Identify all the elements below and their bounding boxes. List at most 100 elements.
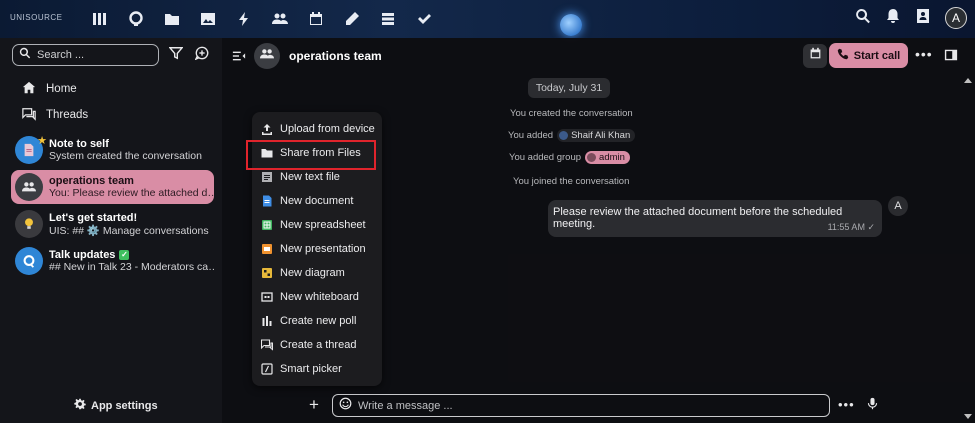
avatar	[559, 131, 569, 140]
menu-item-label: Share from Files	[280, 147, 361, 159]
phone-icon	[837, 48, 849, 63]
group-mention-chip[interactable]: admin	[585, 151, 630, 164]
menu-new-spreadsheet[interactable]: New spreadsheet	[252, 213, 382, 237]
files-icon[interactable]	[154, 8, 190, 30]
toggle-sidebar-button[interactable]	[944, 48, 958, 62]
conversation-operations-team[interactable]: operations team You: Please review the a…	[11, 170, 214, 204]
menu-item-label: New whiteboard	[280, 291, 359, 303]
unified-search-icon[interactable]	[855, 8, 871, 29]
menu-create-a-thread[interactable]: Create a thread	[252, 333, 382, 357]
menu-new-text-file[interactable]: New text file	[252, 165, 382, 189]
menu-item-label: New text file	[280, 171, 340, 183]
sidebar-panel-icon	[944, 49, 958, 66]
emoji-icon[interactable]	[339, 397, 352, 415]
presentation-icon	[261, 243, 273, 255]
menu-item-label: Create new poll	[280, 315, 357, 327]
menu-create-new-poll[interactable]: Create new poll	[252, 309, 382, 333]
menu-item-label: New diagram	[280, 267, 345, 279]
photos-icon[interactable]	[190, 8, 226, 30]
system-message: You created the conversation	[510, 108, 633, 119]
message-input[interactable]	[358, 399, 798, 412]
date-separator: Today, July 31	[528, 78, 610, 98]
menu-new-whiteboard[interactable]: New whiteboard	[252, 285, 382, 309]
scroll-up-arrow-icon[interactable]	[964, 78, 972, 83]
schedule-meeting-button[interactable]	[803, 44, 827, 68]
conversation-sidebar: Home Threads ★ Note to self System creat…	[0, 38, 222, 423]
favorite-star-icon: ★	[37, 135, 47, 147]
message-composer: + •••	[306, 393, 886, 419]
menu-upload-from-device[interactable]: Upload from device	[252, 117, 382, 141]
search-input[interactable]	[37, 49, 147, 61]
user-mention-chip[interactable]: Shaif Ali Khan	[557, 129, 636, 142]
system-message-text: You joined the conversation	[513, 176, 630, 187]
conversation-avatar[interactable]	[254, 43, 280, 69]
scroll-down-arrow-icon[interactable]	[964, 414, 972, 419]
add-attachment-button[interactable]: +	[306, 396, 322, 413]
sent-check-icon: ✓	[867, 222, 875, 232]
conversation-title[interactable]: operations team	[289, 49, 382, 63]
filter-button[interactable]	[167, 46, 185, 64]
diagram-icon	[261, 267, 273, 279]
conversation-last-message: ## New in Talk 23 - Moderators can now	[49, 261, 214, 273]
menu-share-from-files[interactable]: Share from Files	[252, 141, 382, 165]
conversation-name: operations team	[49, 175, 134, 187]
conversation-last-message: System created the conversation	[49, 150, 202, 162]
chat-scrollbar[interactable]	[961, 74, 975, 423]
attachment-menu: Upload from device Share from Files New …	[252, 112, 382, 386]
conversation-talk-updates[interactable]: Talk updates ✓ ## New in Talk 23 - Modera…	[11, 244, 214, 278]
contacts-menu-icon[interactable]	[915, 8, 931, 29]
start-call-button[interactable]: Start call	[829, 43, 908, 68]
chat-plus-icon	[194, 46, 209, 65]
system-message-text: You added	[508, 130, 554, 141]
smart-picker-icon	[261, 363, 273, 375]
message-time: 11:55 AM	[827, 222, 865, 232]
conversation-lets-get-started[interactable]: Let's get started! UIS: ## ⚙️ Manage con…	[11, 207, 214, 241]
thread-icon	[261, 339, 273, 351]
calendar-icon[interactable]	[298, 8, 334, 30]
filter-icon	[168, 46, 184, 65]
deck-icon[interactable]	[370, 8, 406, 30]
brand-logo[interactable]: UNISOURCE	[10, 13, 63, 22]
nav-home[interactable]: Home	[12, 78, 212, 100]
conversation-search[interactable]	[12, 44, 159, 66]
activity-icon[interactable]	[226, 8, 262, 30]
user-avatar[interactable]: A	[945, 7, 967, 29]
tasks-icon[interactable]	[406, 8, 442, 30]
menu-new-document[interactable]: New document	[252, 189, 382, 213]
system-message: You added Shaif Ali Khan	[508, 129, 636, 142]
menu-collapse-icon	[232, 50, 246, 67]
dashboard-icon[interactable]	[82, 8, 118, 30]
message-input-wrapper[interactable]	[332, 394, 830, 417]
menu-item-label: New presentation	[280, 243, 366, 255]
notes-icon[interactable]	[334, 8, 370, 30]
mention-name: Shaif Ali Khan	[571, 130, 631, 141]
nav-threads-label: Threads	[46, 109, 89, 121]
top-navigation-bar: UNISOURCE A	[0, 0, 975, 38]
group-icon	[260, 47, 274, 66]
avatar	[587, 153, 597, 162]
notifications-bell-icon[interactable]	[885, 8, 901, 29]
message-bubble[interactable]: Please review the attached document befo…	[548, 200, 882, 237]
menu-new-diagram[interactable]: New diagram	[252, 261, 382, 285]
app-settings-button[interactable]: App settings	[74, 398, 158, 413]
check-icon: ✓	[119, 250, 130, 261]
menu-smart-picker[interactable]: Smart picker	[252, 357, 382, 381]
more-actions-button[interactable]: •••	[915, 47, 933, 61]
toggle-navigation-button[interactable]	[232, 49, 246, 63]
conversation-note-to-self[interactable]: ★ Note to self System created the conver…	[11, 133, 214, 167]
message-timestamp: 11:55 AM ✓	[828, 222, 875, 233]
conversation-name-text: Talk updates	[49, 249, 116, 261]
spreadsheet-icon	[261, 219, 273, 231]
new-conversation-button[interactable]	[193, 46, 211, 64]
contacts-icon[interactable]	[262, 8, 298, 30]
talk-icon[interactable]	[118, 8, 154, 30]
composer-more-button[interactable]: •••	[838, 397, 855, 412]
gear-icon	[74, 398, 86, 413]
menu-new-presentation[interactable]: New presentation	[252, 237, 382, 261]
nav-threads[interactable]: Threads	[12, 104, 212, 126]
app-switcher	[82, 8, 442, 30]
top-right-actions: A	[855, 7, 967, 29]
message-author-avatar[interactable]: A	[888, 196, 908, 216]
voice-message-button[interactable]	[866, 397, 880, 411]
background-moon	[560, 14, 582, 36]
